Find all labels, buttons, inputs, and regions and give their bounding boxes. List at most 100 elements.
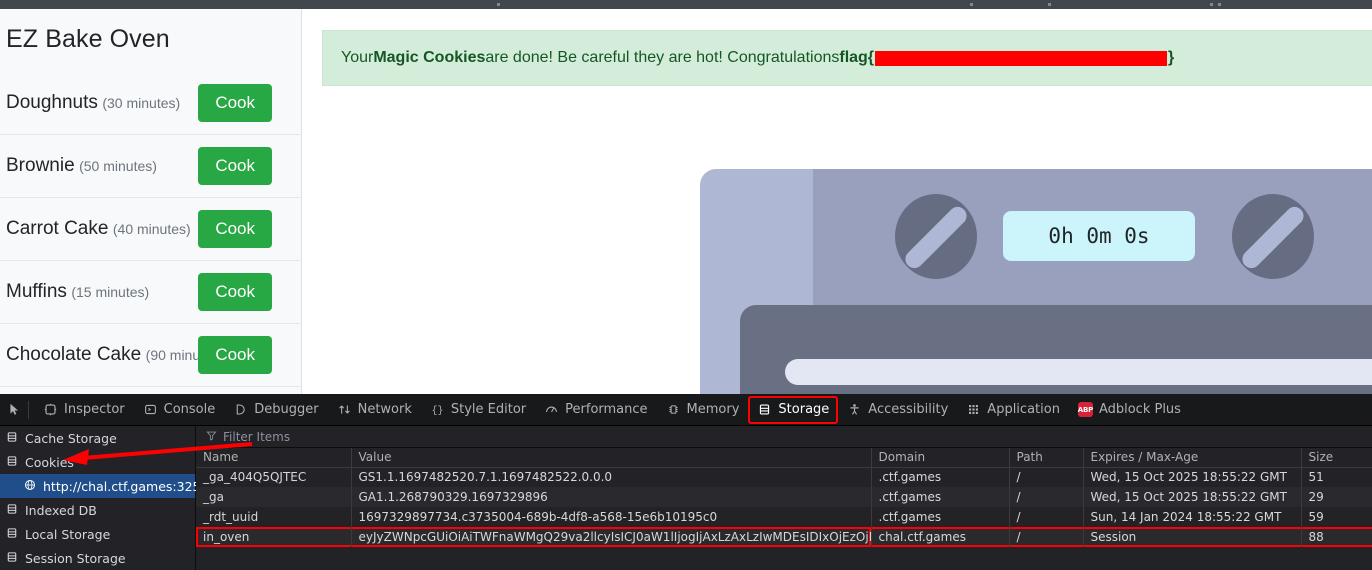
storage-tree-label: Cache Storage bbox=[25, 430, 117, 446]
tab-performance[interactable]: Performance bbox=[536, 397, 655, 423]
storage-type-icon bbox=[6, 455, 18, 470]
banner-middle-text: are done! Be careful they are hot! Congr… bbox=[485, 49, 840, 66]
chrome-tick bbox=[1218, 3, 1221, 6]
column-header-domain[interactable]: Domain bbox=[871, 448, 1010, 468]
recipe-name: Brownie bbox=[6, 155, 75, 176]
devtools-toolbar: Inspector Console Debugger Network {} St… bbox=[0, 394, 1372, 426]
devtools-body: Cache Storage Cookies http://chal.ctf.ga… bbox=[0, 426, 1372, 570]
tab-adblock-plus[interactable]: ABP Adblock Plus bbox=[1070, 397, 1189, 423]
cook-button-doughnuts[interactable]: Cook bbox=[198, 83, 272, 122]
column-header-value[interactable]: Value bbox=[351, 448, 872, 468]
storage-type-icon bbox=[6, 527, 18, 542]
cell-expires: Sun, 14 Jan 2024 18:55:22 GMT bbox=[1083, 507, 1302, 527]
column-header-expires[interactable]: Expires / Max-Age bbox=[1083, 448, 1302, 468]
column-header-path[interactable]: Path bbox=[1009, 448, 1084, 468]
cell-path: / bbox=[1009, 527, 1084, 547]
storage-tree-label: Session Storage bbox=[25, 550, 126, 566]
tab-network[interactable]: Network bbox=[329, 397, 420, 423]
flag-redaction-bar bbox=[875, 50, 1168, 66]
cell-size: 51 bbox=[1301, 467, 1372, 487]
tab-label: Adblock Plus bbox=[1098, 402, 1181, 417]
cell-domain: chal.ctf.games bbox=[871, 527, 1010, 547]
storage-tree-item-cookies[interactable]: Cookies bbox=[0, 450, 195, 474]
tab-label: Accessibility bbox=[868, 402, 949, 417]
recipe-label: Muffins (15 minutes) bbox=[0, 281, 149, 303]
devtools-panel: Inspector Console Debugger Network {} St… bbox=[0, 394, 1372, 570]
cell-size: 59 bbox=[1301, 507, 1372, 527]
storage-tree-item-host[interactable]: http://chal.ctf.games:32527 bbox=[0, 474, 216, 498]
storage-tree-item-cache-storage[interactable]: Cache Storage bbox=[0, 426, 195, 450]
debugger-icon bbox=[233, 403, 248, 416]
storage-tree-label: Cookies bbox=[25, 454, 74, 470]
recipe-time: (30 minutes) bbox=[102, 94, 181, 111]
recipe-name: Carrot Cake bbox=[6, 218, 109, 239]
oven-knob-right-icon[interactable] bbox=[1232, 194, 1314, 279]
tab-memory[interactable]: Memory bbox=[658, 397, 748, 423]
filter-bar[interactable]: Filter Items bbox=[196, 426, 1372, 448]
storage-tree-label: Local Storage bbox=[25, 526, 111, 542]
oven-knob-left-icon[interactable] bbox=[895, 194, 977, 279]
tab-application[interactable]: Application bbox=[958, 397, 1068, 423]
table-row[interactable]: _ga_404Q5QJTEC GS1.1.1697482520.7.1.1697… bbox=[196, 467, 1372, 487]
abp-badge: ABP bbox=[1078, 402, 1093, 417]
cell-path: / bbox=[1009, 487, 1084, 507]
tab-inspector[interactable]: Inspector bbox=[35, 397, 133, 423]
storage-tree-label: http://chal.ctf.games:32527 bbox=[43, 478, 217, 494]
svg-text:{}: {} bbox=[432, 405, 444, 416]
table-header-row: Name Value Domain Path Expires / Max-Age… bbox=[196, 448, 1372, 468]
tab-style-editor[interactable]: {} Style Editor bbox=[422, 397, 534, 423]
page-title: EZ Bake Oven bbox=[6, 25, 170, 53]
tab-label: Application bbox=[987, 402, 1060, 417]
cell-expires: Wed, 15 Oct 2025 18:55:22 GMT bbox=[1083, 467, 1302, 487]
browser-chrome-strip bbox=[0, 0, 1372, 9]
application-icon bbox=[966, 403, 981, 416]
cell-domain: .ctf.games bbox=[871, 487, 1010, 507]
cook-button-muffins[interactable]: Cook bbox=[198, 273, 272, 311]
oven-door-handle bbox=[785, 359, 1372, 385]
tab-debugger[interactable]: Debugger bbox=[225, 397, 326, 423]
cell-value: 1697329897734.c3735004-689b-4df8-a568-15… bbox=[351, 507, 872, 527]
success-banner: Your Magic Cookies are done! Be careful … bbox=[322, 30, 1372, 86]
storage-tree-label: Indexed DB bbox=[25, 502, 97, 518]
recipe-label: Chocolate Cake (90 minutes) bbox=[0, 344, 223, 366]
cell-name: _rdt_uuid bbox=[196, 507, 352, 527]
column-header-size[interactable]: Size bbox=[1301, 448, 1372, 468]
cell-expires: Session bbox=[1083, 527, 1302, 547]
recipe-name: Doughnuts bbox=[6, 91, 98, 113]
element-picker-icon[interactable] bbox=[2, 403, 26, 416]
cook-button-chocolate-cake[interactable]: Cook bbox=[198, 336, 272, 374]
filter-input[interactable]: Filter Items bbox=[223, 430, 290, 444]
cell-value: GS1.1.1697482520.7.1.1697482522.0.0.0 bbox=[351, 467, 872, 487]
cell-path: / bbox=[1009, 467, 1084, 487]
tab-accessibility[interactable]: Accessibility bbox=[839, 397, 956, 423]
cook-button-carrot-cake[interactable]: Cook bbox=[198, 210, 272, 248]
storage-icon bbox=[757, 403, 772, 416]
filter-icon bbox=[206, 430, 217, 444]
style-editor-icon: {} bbox=[430, 403, 445, 416]
storage-tree-item-local-storage[interactable]: Local Storage bbox=[0, 522, 195, 546]
memory-icon bbox=[666, 403, 681, 416]
tab-storage[interactable]: Storage bbox=[748, 395, 839, 424]
cell-value: GA1.1.268790329.1697329896 bbox=[351, 487, 872, 507]
tab-label: Style Editor bbox=[450, 402, 527, 417]
storage-tree-item-indexed-db[interactable]: Indexed DB bbox=[0, 498, 195, 522]
tab-label: Network bbox=[357, 402, 412, 417]
tab-console[interactable]: Console bbox=[135, 397, 224, 423]
table-row[interactable]: _rdt_uuid 1697329897734.c3735004-689b-4d… bbox=[196, 507, 1372, 527]
cookie-panel: Filter Items Name Value Domain Path Expi… bbox=[196, 426, 1372, 570]
cell-size: 29 bbox=[1301, 487, 1372, 507]
recipe-label: Carrot Cake (40 minutes) bbox=[0, 218, 191, 240]
chrome-tick bbox=[1210, 3, 1213, 6]
cook-button-brownie[interactable]: Cook bbox=[198, 147, 272, 185]
table-row-in-oven[interactable]: in_oven eyJyZWNpcGUiOiAiTWFnaWMgQ29va2ll… bbox=[196, 527, 1372, 547]
table-row[interactable]: _ga GA1.1.268790329.1697329896 .ctf.game… bbox=[196, 487, 1372, 507]
column-header-name[interactable]: Name bbox=[196, 448, 352, 468]
tab-label: Storage bbox=[778, 402, 830, 417]
storage-tree-item-session-storage[interactable]: Session Storage bbox=[0, 546, 195, 570]
cell-expires: Wed, 15 Oct 2025 18:55:22 GMT bbox=[1083, 487, 1302, 507]
recipe-row-brownie: Brownie (50 minutes) Cook bbox=[0, 134, 302, 197]
console-icon bbox=[143, 403, 158, 416]
cell-domain: .ctf.games bbox=[871, 507, 1010, 527]
recipe-row-partial: Cook bbox=[0, 386, 302, 394]
accessibility-icon bbox=[847, 403, 862, 416]
